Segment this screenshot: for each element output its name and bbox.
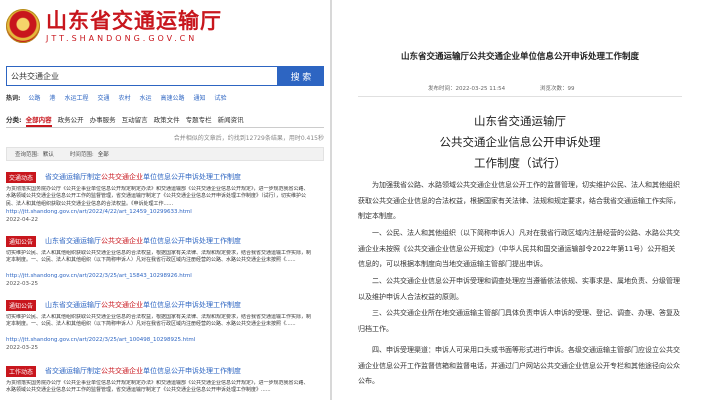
document-title-line: 公共交通企业信息公开申诉处理	[439, 135, 601, 149]
document-title-line: 山东省交通运输厅	[474, 114, 566, 128]
tab-interaction[interactable]: 互动留言	[122, 114, 148, 127]
scope-select[interactable]: 默认	[43, 150, 54, 158]
category-badge: 通知公告	[6, 300, 36, 311]
result-url[interactable]: http://jtt.shandong.gov.cn/art/2022/3/25…	[6, 273, 192, 279]
article-paragraph: 二、公共交通企业信息公开申诉受理和调查处理应当遵循依法依规、实事求是、属地负责、…	[358, 277, 680, 301]
result-snippet: 为贯彻落实国务院办公厅《公共企事业单位信息公开规定制定办法》和交通运输部《公共交…	[6, 380, 309, 394]
hot-words: 热词: 公路 港 水运工程 交通 农村 水运 高速公路 通知 试验	[6, 93, 236, 102]
article-title: 山东省交通运输厅公共交通企业单位信息公开申诉处理工作制度	[400, 52, 639, 62]
result-title-link[interactable]: 山东省交通运输厅公共交通企业单位信息公开申诉处理工作制度	[45, 236, 241, 247]
hot-words-label: 热词:	[6, 95, 21, 102]
hot-word-link[interactable]: 通知	[194, 93, 206, 102]
result-date: 2022-04-22	[6, 217, 38, 223]
result-snippet: 切实维护公民、法人和其他组织获取公共交通企业信息的合法权益，根据国家有关法律、法…	[6, 314, 312, 328]
article-paragraph: 三、公共交通企业所在地交通运输主管部门具体负责申诉人申诉的受理、登记、调查、办理…	[358, 309, 680, 333]
publish-date: 发布时间：2022-03-25 11:54	[428, 86, 506, 92]
site-title: 山东省交通运输厅	[46, 8, 222, 33]
document-title-line: 工作制度（试行）	[474, 156, 566, 170]
category-label: 分类:	[6, 116, 22, 124]
result-title-link[interactable]: 省交通运输厅制定公共交通企业单位信息公开申诉处理工作制度	[45, 172, 241, 183]
tab-news[interactable]: 新闻资讯	[218, 114, 244, 127]
hot-word-link[interactable]: 港	[49, 93, 55, 102]
hot-word-link[interactable]: 农村	[118, 93, 130, 102]
site-url: JTT.SHANDONG.GOV.CN	[46, 33, 198, 43]
hot-word-link[interactable]: 试验	[215, 93, 227, 102]
category-badge: 工作动态	[6, 366, 36, 377]
result-count: 合并相似的文章后，约找到12729条结果，用时0.415秒	[173, 135, 324, 142]
hot-word-link[interactable]: 水运工程	[64, 93, 88, 102]
result-date: 2022-03-25	[6, 345, 38, 351]
time-range-select[interactable]: 全部	[98, 150, 109, 158]
result-snippet: 切实维护公民、法人和其他组织获取公共交通企业信息的合法权益，根据国家有关法律、法…	[6, 250, 312, 264]
result-title-link[interactable]: 省交通运输厅制定公共交通企业单位信息公开申诉处理工作制度	[45, 366, 241, 377]
result-title-link[interactable]: 山东省交通运输厅公共交通企业单位信息公开申诉处理工作制度	[45, 300, 241, 311]
result-snippet: 为贯彻落实国务院办公厅《公共企事业单位信息公开规定制定办法》和交通运输部《公共交…	[6, 186, 309, 207]
hot-word-link[interactable]: 交通	[97, 93, 109, 102]
tab-government-affairs[interactable]: 政务公开	[58, 114, 84, 127]
hot-word-link[interactable]: 高速公路	[161, 93, 185, 102]
tab-all-content[interactable]: 全部内容	[25, 114, 52, 127]
site-logo[interactable]: 山东省交通运输厅 JTT.SHANDONG.GOV.CN	[6, 4, 222, 48]
hot-word-link[interactable]: 公路	[28, 93, 40, 102]
article-paragraph: 为加强我省公路、水路领域公共交通企业信息公开工作的监督管理，切实维护公民、法人和…	[358, 181, 680, 221]
scope-label: 查询范围:	[15, 152, 39, 158]
article-pane: 山东省交通运输厅公共交通企业单位信息公开申诉处理工作制度 发布时间：2022-0…	[332, 0, 708, 400]
search-results-pane: 山东省交通运输厅 JTT.SHANDONG.GOV.CN 搜 索 热词: 公路 …	[0, 0, 330, 400]
tab-special-topics[interactable]: 专题专栏	[186, 114, 212, 127]
category-tabs: 分类: 全部内容 政务公开 办事服务 互动留言 政策文件 专题专栏 新闻资讯	[6, 114, 324, 128]
tab-policy-documents[interactable]: 政策文件	[154, 114, 180, 127]
result-date: 2022-03-25	[6, 281, 38, 287]
time-range-label: 时间范围:	[69, 152, 94, 158]
result-url[interactable]: http://jtt.shandong.gov.cn/art/2022/4/22…	[6, 209, 192, 215]
meta-divider	[358, 96, 682, 97]
result-url[interactable]: http://jtt.shandong.gov.cn/art/2022/3/25…	[6, 337, 195, 343]
national-emblem-icon	[6, 9, 40, 43]
filter-bar: 查询范围: 默认 时间范围: 全部	[6, 147, 324, 161]
search-input[interactable]	[6, 66, 278, 86]
search-button[interactable]: 搜 索	[278, 66, 324, 86]
hot-word-link[interactable]: 水运	[139, 93, 151, 102]
category-badge: 交通动态	[6, 172, 36, 183]
category-badge: 通知公告	[6, 236, 36, 247]
view-count: 浏览次数：99	[540, 86, 575, 92]
article-paragraph: 一、公民、法人和其他组织（以下简称申诉人）凡对在我省行政区域内注册经营的公路、水…	[358, 229, 680, 269]
article-paragraph: 四、申诉受理渠道：申诉人可采用口头或书面等形式进行申诉。各级交通运输主管部门应设…	[358, 346, 680, 386]
search-bar: 搜 索	[6, 66, 324, 86]
tab-services[interactable]: 办事服务	[90, 114, 116, 127]
